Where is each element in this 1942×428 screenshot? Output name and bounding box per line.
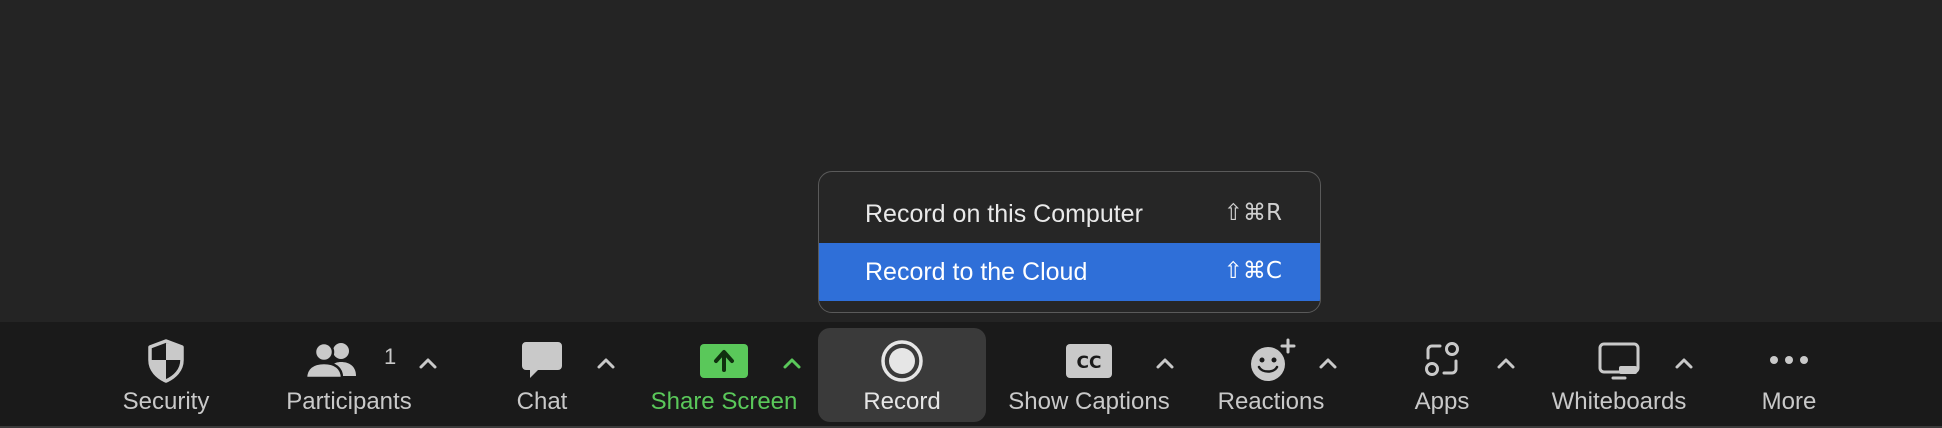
- chat-button[interactable]: Chat: [500, 322, 584, 426]
- shield-icon: [148, 339, 184, 383]
- menu-item-label: Record on this Computer: [865, 200, 1143, 228]
- security-label: Security: [122, 388, 210, 415]
- meeting-toolbar: Security 1 Participants Chat Share Scree…: [0, 322, 1942, 426]
- record-button[interactable]: Record: [818, 328, 986, 422]
- captions-caret-up-icon[interactable]: [1150, 348, 1180, 378]
- record-label: Record: [863, 388, 941, 415]
- participants-label: Participants: [286, 388, 412, 415]
- share-screen-icon: [700, 344, 748, 378]
- whiteboards-caret-up-icon[interactable]: [1669, 348, 1699, 378]
- whiteboard-icon: [1598, 342, 1640, 380]
- svg-text:CC: CC: [1077, 353, 1102, 373]
- apps-icon: [1425, 342, 1459, 376]
- menu-item-label: Record to the Cloud: [865, 258, 1088, 286]
- show-captions-label: Show Captions: [1008, 388, 1170, 415]
- more-button[interactable]: More: [1744, 322, 1834, 426]
- chat-caret-up-icon[interactable]: [591, 348, 621, 378]
- participant-count: 1: [384, 344, 397, 369]
- apps-button[interactable]: Apps: [1400, 322, 1484, 426]
- apps-caret-up-icon[interactable]: [1491, 348, 1521, 378]
- share-screen-label: Share Screen: [650, 388, 798, 415]
- reactions-caret-up-icon[interactable]: [1313, 348, 1343, 378]
- chat-bubble-icon: [522, 342, 562, 378]
- chat-label: Chat: [516, 388, 568, 415]
- apps-label: Apps: [1414, 388, 1470, 415]
- meeting-window: Security 1 Participants Chat Share Scree…: [0, 0, 1942, 428]
- more-dots-icon: [1770, 356, 1808, 364]
- record-icon: [881, 340, 923, 382]
- menu-item-shortcut: ⇧⌘R: [1223, 200, 1282, 226]
- share-screen-caret-up-icon[interactable]: [777, 348, 807, 378]
- more-label: More: [1761, 388, 1817, 415]
- reactions-label: Reactions: [1217, 388, 1325, 415]
- whiteboards-label: Whiteboards: [1551, 388, 1687, 415]
- menu-item-shortcut: ⇧⌘C: [1223, 258, 1282, 284]
- cc-icon: CC: [1066, 344, 1112, 378]
- participants-button[interactable]: 1 Participants: [276, 322, 422, 426]
- participants-caret-up-icon[interactable]: [413, 348, 443, 378]
- record-menu: Record on this Computer ⇧⌘R Record to th…: [818, 171, 1321, 313]
- people-icon: [304, 341, 356, 380]
- security-button[interactable]: Security: [104, 322, 228, 426]
- smiley-plus-icon: [1251, 338, 1296, 381]
- menu-item-record-on-computer[interactable]: Record on this Computer ⇧⌘R: [819, 185, 1320, 243]
- menu-item-record-to-cloud[interactable]: Record to the Cloud ⇧⌘C: [819, 243, 1320, 301]
